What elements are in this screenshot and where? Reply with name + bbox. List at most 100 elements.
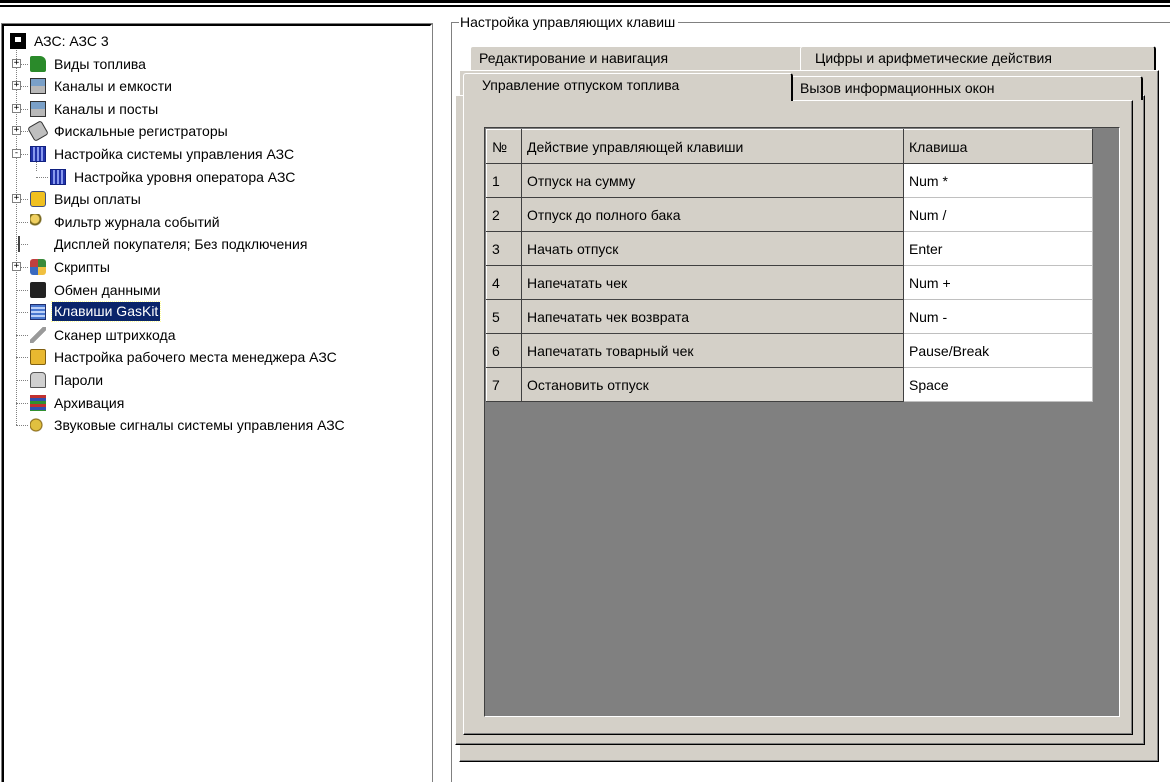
tree-item[interactable]: + Виды оплаты [8,188,428,210]
row-number: 3 [486,231,522,266]
column-header-key[interactable]: Клавиша [903,129,1093,164]
gaskit-keys-icon [30,304,46,321]
table-row[interactable]: 1 Отпуск на сумму Num * [486,163,1093,198]
tree-item[interactable]: Обмен данными [8,279,428,301]
expand-icon[interactable]: + [12,58,21,68]
tree-item-label: Настройка уровня оператора АЗС [74,168,296,185]
tree-item-label: Виды оплаты [54,191,141,208]
row-key-cell[interactable]: Enter [903,231,1093,266]
tree-item-label: Фискальные регистраторы [54,123,228,140]
tree-connector [16,312,28,314]
tab-info-windows[interactable]: Вызов информационных окон [789,76,1143,100]
tree-item-label: Звуковые сигналы системы управления АЗС [54,417,345,434]
row-key-cell[interactable]: Pause/Break [903,333,1093,368]
scripts-icon [30,259,46,275]
tree-item-label: АЗС: АЗС 3 [34,33,109,49]
tree-connector [16,357,28,359]
tree-item[interactable]: Настройка уровня оператора АЗС [8,166,428,188]
collapse-icon[interactable]: - [12,149,21,158]
row-number: 7 [486,367,522,402]
row-key-cell[interactable]: Num - [903,299,1093,334]
column-header-action[interactable]: Действие управляющей клавиши [521,129,904,164]
row-action: Остановить отпуск [521,367,904,402]
tree-item-label: Настройка рабочего места менеджера АЗС [54,349,337,366]
table-row[interactable]: 6 Напечатать товарный чек Pause/Break [486,333,1093,368]
table-row[interactable]: 7 Остановить отпуск Space [486,367,1093,402]
expand-icon[interactable]: + [12,103,21,113]
top-border-line [0,0,1170,3]
payment-types-icon [30,191,46,208]
row-action: Напечатать чек возврата [521,299,904,334]
data-exchange-icon [30,281,46,298]
tree-item-label: Архивация [54,394,125,411]
row-number: 5 [486,299,522,334]
row-action: Напечатать товарный чек [521,333,904,368]
tree-item-label: Сканер штрихкода [54,326,176,343]
tree-item[interactable]: + Каналы и посты [8,98,428,120]
tree-item[interactable]: АЗС: АЗС 3 [8,30,428,52]
tree-item[interactable]: Сканер штрихкода [8,324,428,346]
tree-item[interactable]: + Скрипты [8,256,428,278]
passwords-icon [30,372,46,388]
tree-item[interactable]: + Виды топлива [8,53,428,75]
row-number: 6 [486,333,522,368]
tree-item-label: Дисплей покупателя; Без подключения [54,236,308,253]
tree-item[interactable]: - Настройка системы управления АЗС [8,143,428,165]
customer-display-icon [18,236,24,253]
fuel-pump-icon [30,55,46,72]
channels-posts-icon [30,100,46,117]
row-number: 4 [486,265,522,300]
settings-tree[interactable]: АЗС: АЗС 3 + Виды топлива + Каналы и емкости… [1,23,433,782]
row-action: Напечатать чек [521,265,904,300]
tab-fuel-dispensing[interactable]: Управление отпуском топлива [463,73,793,101]
tree-connector [16,289,28,291]
table-row[interactable]: 2 Отпуск до полного бака Num / [486,197,1093,232]
tree-item-label: Каналы и емкости [54,78,173,95]
tree-item[interactable]: Клавиши GasKit [8,301,428,323]
tree-item[interactable]: Звуковые сигналы системы управления АЗС [8,414,428,436]
row-key-cell[interactable]: Num + [903,265,1093,300]
tree-connector [36,176,48,178]
table-row[interactable]: 5 Напечатать чек возврата Num - [486,299,1093,334]
tree-connector [16,380,28,381]
row-key-cell[interactable]: Num * [903,163,1093,198]
tree-item[interactable]: Архивация [8,392,428,414]
tree-item[interactable]: Настройка рабочего места менеджера АЗС [8,346,428,368]
tree-item[interactable]: Дисплей покупателя; Без подключения [8,233,428,255]
tab-digits-arithmetic[interactable]: Цифры и арифметические действия [800,46,1156,70]
tree-item-label: Настройка системы управления АЗС [54,146,295,162]
table-row[interactable]: 4 Напечатать чек Num + [486,265,1093,300]
expand-icon[interactable]: + [12,262,21,271]
operator-level-icon [50,168,66,185]
row-key-cell[interactable]: Num / [903,197,1093,232]
tree-items: АЗС: АЗС 3 + Виды топлива + Каналы и емкости… [8,30,430,782]
fiscal-register-icon [27,120,49,143]
tree-item-label: Обмен данными [54,281,161,298]
sound-signals-icon [30,417,46,434]
tree-item-label: Пароли [54,372,104,388]
tree-item[interactable]: + Фискальные регистраторы [8,120,428,143]
top-border-line-2 [0,5,1170,7]
row-key-cell[interactable]: Space [903,367,1093,402]
hotkeys-table: № Действие управляющей клавиши Клавиша 1… [486,129,1093,402]
tree-connector [16,221,28,223]
expand-icon[interactable]: + [12,81,21,91]
tree-item[interactable]: + Каналы и емкости [8,75,428,97]
column-header-number[interactable]: № [486,129,522,164]
manager-workplace-icon [30,349,46,366]
table-header-row: № Действие управляющей клавиши Клавиша [486,129,1093,164]
groupbox-title: Настройка управляющих клавиш [459,13,679,31]
barcode-scanner-icon [30,326,46,343]
expand-icon[interactable]: + [12,194,21,204]
tree-item[interactable]: Фильтр журнала событий [8,211,428,233]
control-system-icon [30,146,46,162]
tree-item[interactable]: Пароли [8,369,428,391]
expand-icon[interactable]: + [12,126,21,136]
tree-connector [16,402,28,404]
tab-editing-navigation[interactable]: Редактирование и навигация [470,46,806,70]
event-log-filter-icon [30,213,46,230]
tree-connector [16,425,28,427]
row-action: Отпуск на сумму [521,163,904,198]
table-row[interactable]: 3 Начать отпуск Enter [486,231,1093,266]
hotkeys-grid[interactable]: № Действие управляющей клавиши Клавиша 1… [484,127,1120,717]
